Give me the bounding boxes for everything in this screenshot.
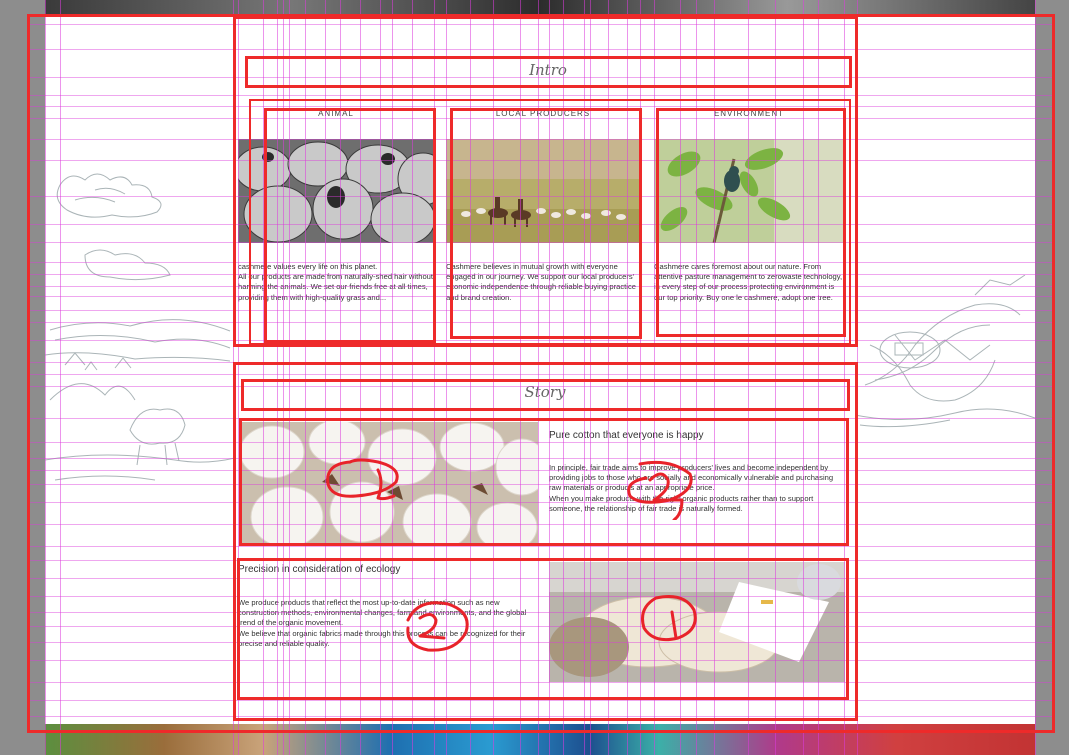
scribble-mark-1 <box>326 458 399 501</box>
annotation-box-intro-title <box>245 56 852 88</box>
scribble-mark-1-bottom <box>641 595 697 642</box>
scribble-mark-2-bottom <box>406 601 469 652</box>
annotation-box-story-title <box>241 379 850 411</box>
annotation-box-story-block2 <box>237 558 849 700</box>
scribble-mark-2-top <box>627 460 693 520</box>
annotation-box-column-producers <box>450 108 642 339</box>
annotation-box-column-animal <box>264 108 436 343</box>
annotation-box-column-environment <box>656 108 846 337</box>
